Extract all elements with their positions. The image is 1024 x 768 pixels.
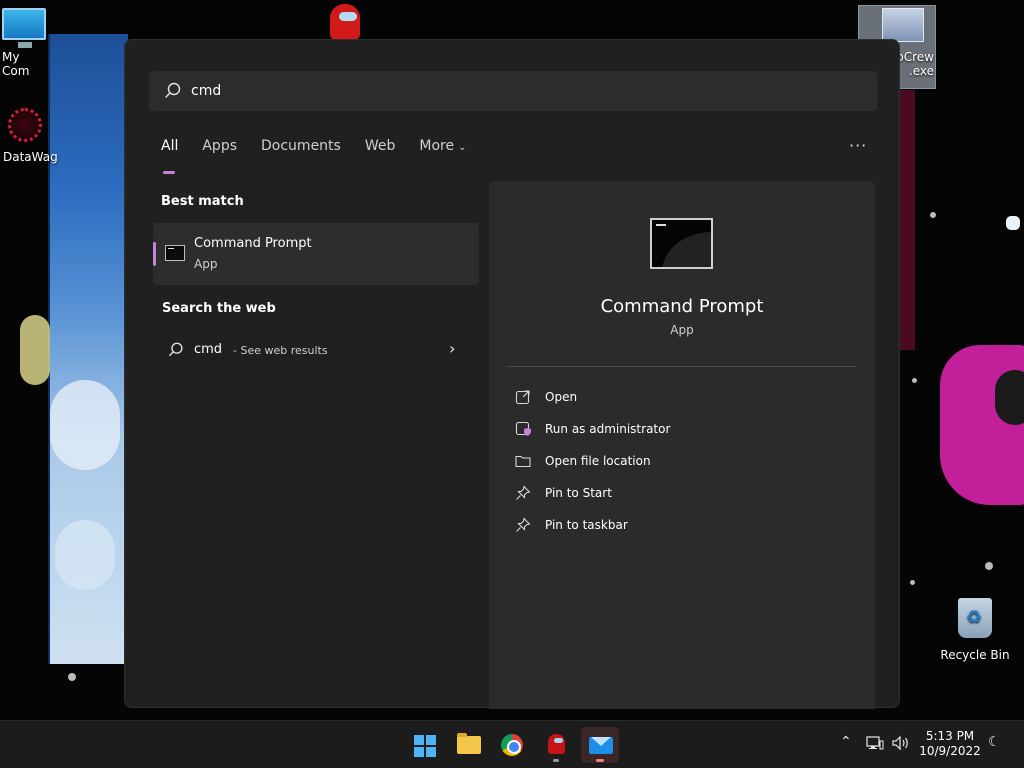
tab-all[interactable]: All bbox=[161, 136, 178, 174]
focus-assist-icon[interactable]: ☾ bbox=[988, 734, 1001, 768]
wallpaper-crewmate bbox=[1006, 216, 1020, 230]
search-web-heading: Search the web bbox=[162, 301, 276, 316]
web-search-query: cmd bbox=[194, 342, 223, 357]
start-button[interactable] bbox=[405, 727, 443, 763]
system-clock[interactable]: 5:13 PM 10/9/2022 bbox=[918, 729, 982, 759]
desktop-icon-my-computer[interactable]: My Com bbox=[0, 8, 48, 78]
wallpaper-crewmate bbox=[940, 345, 1024, 505]
chevron-down-icon: ⌄ bbox=[458, 142, 467, 153]
monitor-icon bbox=[2, 8, 46, 48]
detail-pane: Command Prompt App Open Run as administr… bbox=[489, 181, 875, 709]
action-run-as-administrator[interactable]: Run as administrator bbox=[515, 417, 670, 441]
best-match-heading: Best match bbox=[161, 194, 244, 209]
selection-indicator bbox=[153, 242, 156, 266]
desktop-icon-label: My Com bbox=[2, 50, 30, 78]
tab-more-label: More bbox=[419, 138, 455, 154]
clock-date: 10/9/2022 bbox=[919, 744, 981, 758]
action-pin-to-taskbar[interactable]: Pin to taskbar bbox=[515, 513, 628, 537]
action-pin-to-start[interactable]: Pin to Start bbox=[515, 481, 612, 505]
web-search-item[interactable]: cmd - See web results › bbox=[153, 334, 479, 366]
mail-icon bbox=[589, 737, 613, 754]
file-explorer-icon bbox=[457, 733, 481, 754]
taskbar: ⌃ 5:13 PM 10/9/2022 ☾ bbox=[0, 720, 1024, 768]
wallpaper-crewmate bbox=[330, 4, 360, 40]
chevron-up-icon[interactable]: ⌃ bbox=[840, 734, 852, 768]
action-label: Pin to Start bbox=[545, 486, 612, 500]
tab-more[interactable]: More ⌄ bbox=[419, 136, 466, 166]
taskbar-among-us[interactable] bbox=[537, 727, 575, 763]
tab-web[interactable]: Web bbox=[365, 136, 396, 166]
action-open[interactable]: Open bbox=[515, 385, 577, 409]
desktop-icon-label: DataWag bbox=[3, 150, 58, 164]
action-label: Pin to taskbar bbox=[545, 518, 628, 532]
search-icon bbox=[169, 342, 183, 357]
start-icon bbox=[414, 747, 424, 757]
taskbar-file-explorer[interactable] bbox=[449, 727, 487, 763]
folder-icon bbox=[515, 455, 531, 468]
volume-icon[interactable] bbox=[892, 735, 910, 751]
chrome-icon bbox=[501, 734, 523, 756]
action-label: Run as administrator bbox=[545, 422, 671, 436]
shield-window-icon bbox=[515, 421, 531, 436]
running-indicator bbox=[596, 759, 604, 762]
action-label: Open bbox=[545, 390, 578, 404]
among-us-icon bbox=[548, 734, 565, 754]
desktop-icon-datawag[interactable]: DataWag bbox=[0, 108, 58, 164]
start-icon bbox=[426, 735, 436, 745]
wallpaper-star bbox=[930, 212, 936, 218]
search-input[interactable]: cmd bbox=[149, 71, 877, 111]
detail-app-name: Command Prompt bbox=[600, 296, 764, 317]
taskbar-mail[interactable] bbox=[581, 727, 619, 763]
desktop-icon-label: Recycle Bin bbox=[940, 648, 1010, 662]
recycle-bin-icon bbox=[958, 598, 992, 638]
taskbar-chrome[interactable] bbox=[493, 727, 531, 763]
pin-icon bbox=[516, 517, 531, 532]
wallpaper-shape bbox=[20, 315, 50, 385]
wallpaper-star bbox=[912, 378, 917, 383]
wallpaper-star bbox=[910, 580, 915, 585]
cloud-shape bbox=[50, 380, 120, 470]
start-search-panel: cmd All Apps Documents Web More ⌄ ··· Bes… bbox=[124, 39, 900, 709]
running-indicator bbox=[553, 759, 559, 762]
tab-documents[interactable]: Documents bbox=[261, 136, 341, 166]
command-prompt-icon bbox=[165, 245, 185, 261]
installer-icon bbox=[882, 8, 924, 42]
chevron-right-icon[interactable]: › bbox=[449, 339, 455, 358]
start-icon bbox=[414, 735, 424, 745]
action-open-file-location[interactable]: Open file location bbox=[515, 449, 651, 473]
search-icon bbox=[165, 82, 181, 98]
open-external-icon bbox=[515, 390, 530, 405]
start-icon bbox=[426, 747, 436, 757]
desktop-icon-recycle-bin[interactable]: Recycle Bin bbox=[940, 598, 1010, 662]
best-match-item[interactable]: Command Prompt App bbox=[153, 223, 479, 285]
search-tabs: All Apps Documents Web More ⌄ bbox=[161, 136, 490, 174]
network-icon[interactable] bbox=[866, 735, 884, 751]
best-match-name: Command Prompt bbox=[194, 236, 312, 251]
wallpaper-star bbox=[985, 562, 993, 570]
action-label: Open file location bbox=[545, 454, 651, 468]
pin-icon bbox=[516, 485, 531, 500]
best-match-type: App bbox=[194, 257, 218, 271]
datawag-icon bbox=[8, 108, 42, 142]
command-prompt-large-icon bbox=[650, 218, 713, 269]
detail-app-type: App bbox=[670, 323, 694, 337]
wallpaper-star bbox=[68, 673, 76, 681]
cloud-shape bbox=[55, 520, 115, 590]
divider bbox=[507, 366, 857, 367]
web-search-hint: - See web results bbox=[233, 344, 328, 357]
more-options-button[interactable]: ··· bbox=[849, 136, 867, 155]
search-query-text[interactable]: cmd bbox=[191, 83, 221, 99]
clock-time: 5:13 PM bbox=[925, 729, 975, 743]
tab-apps[interactable]: Apps bbox=[202, 136, 237, 166]
